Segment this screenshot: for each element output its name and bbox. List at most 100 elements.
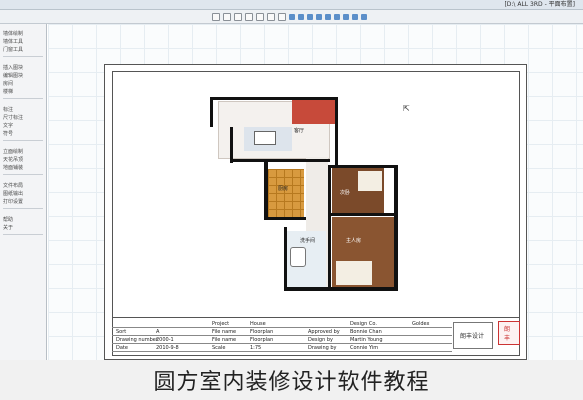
toolbar-icon	[298, 13, 304, 20]
title-block-row: Project House Design Co. Goldex	[112, 321, 452, 328]
sidebar-item[interactable]: 编辑图块	[3, 72, 23, 79]
title-bar: [D:\ ALL 3RD - 平面布置]	[0, 0, 583, 10]
title-block-cell: Sort	[116, 329, 127, 335]
floor-plan[interactable]: 客厅 厨房 次卧 主人房 洗手间	[210, 97, 406, 297]
sidebar-item[interactable]: 插入图块	[3, 64, 23, 71]
toolbar-icon	[352, 13, 358, 20]
title-block-cell: Design by	[308, 337, 333, 343]
title-block-cell: Drawing by	[308, 345, 337, 351]
sidebar-item[interactable]: 房间	[3, 80, 13, 87]
wall-left-lower	[230, 127, 233, 163]
sidebar-item[interactable]: 文件布局	[3, 182, 23, 189]
title-block-cell: Project	[212, 321, 230, 327]
wall-right	[394, 165, 398, 289]
toolbar-item-2[interactable]	[298, 13, 304, 20]
toolbar-button-undo[interactable]	[245, 12, 253, 21]
balcony-red	[292, 99, 338, 124]
label-kitchen: 厨房	[278, 186, 289, 192]
title-block-cell: Goldex	[412, 321, 430, 327]
wall-living-bottom	[230, 159, 330, 162]
toolbar-item-1[interactable]	[289, 13, 295, 20]
toolbar-button-redo[interactable]	[256, 12, 264, 21]
toolbar-item-8[interactable]	[352, 13, 358, 20]
title-block-cell: Scale	[212, 345, 226, 351]
label-bedroom2: 次卧	[340, 190, 351, 196]
toolbar-icon	[307, 13, 313, 20]
toolbar-item-4[interactable]	[316, 13, 322, 20]
sidebar-item[interactable]: 墙体绘制	[3, 30, 23, 37]
sidebar-item[interactable]: 地面铺装	[3, 164, 23, 171]
caption: 圆方室内装修设计软件教程	[0, 360, 583, 400]
sidebar: 墙体绘制 墙体工具 门窗工具插入图块 编辑图块 房间 楼梯标注 尺寸标注 文字 符号立面绘制 天花…	[0, 24, 47, 360]
title-block-cell: Approved by	[308, 329, 340, 335]
sidebar-item[interactable]: 图纸输出	[3, 190, 23, 197]
title-block-cell: A	[156, 329, 160, 335]
title-block-row: Sort A File name Floorplan Approved by Bonnie…	[112, 329, 452, 336]
wall-bed2-top	[328, 165, 396, 168]
toolbar-button-zoom[interactable]	[267, 12, 275, 21]
toolbar-button-pan[interactable]	[278, 12, 286, 21]
sidebar-item[interactable]: 墙体工具	[3, 38, 23, 45]
bed-2	[358, 171, 382, 191]
master-bed	[336, 261, 372, 285]
sidebar-separator	[3, 208, 43, 209]
toolbar-icon	[325, 13, 331, 20]
title-block-cell: 2000-1	[156, 337, 174, 343]
title-block-cell: Floorplan	[250, 337, 274, 343]
title-block-cell: House	[250, 321, 266, 327]
title-block-cell: 1:75	[250, 345, 262, 351]
title-block-cell: Connie Yim	[350, 345, 379, 351]
wall-left	[210, 97, 213, 127]
drawing-canvas[interactable]: 客厅 厨房 次卧 主人房 洗手间 ⇱ Project House Design Co…	[48, 24, 583, 360]
sidebar-item[interactable]: 尺寸标注	[3, 114, 23, 121]
toolbar-button-new[interactable]	[212, 12, 220, 21]
label-living: 客厅	[294, 128, 305, 134]
toolbar-item-3[interactable]	[307, 13, 313, 20]
dining-table	[254, 131, 276, 145]
toolbar	[0, 10, 583, 24]
sidebar-item[interactable]: 打印设置	[3, 198, 23, 205]
title-block-row: Date 2010-9-8 Scale 1:75 Drawing by Connie Yi…	[112, 345, 452, 352]
sidebar-item[interactable]: 帮助	[3, 216, 13, 223]
toolbar-item-7[interactable]	[343, 13, 349, 20]
title-block-cell: Bonnie Chan	[350, 329, 382, 335]
wall-kitchen-left	[264, 161, 268, 219]
sidebar-item[interactable]: 关于	[3, 224, 13, 231]
sidebar-separator	[3, 56, 43, 57]
title-block-cell: Date	[116, 345, 128, 351]
sidebar-separator	[3, 174, 43, 175]
toolbar-item-6[interactable]	[334, 13, 340, 20]
sidebar-item[interactable]: 符号	[3, 130, 13, 137]
title-block-cell: Martin Young	[350, 337, 383, 343]
wall-bed-divider	[328, 213, 396, 216]
toolbar-icon	[316, 13, 322, 20]
title-block-cell: Design Co.	[350, 321, 377, 327]
title-block-cell: Drawing number	[116, 337, 158, 343]
window-title: [D:\ ALL 3RD - 平面布置]	[504, 1, 575, 8]
sidebar-item[interactable]: 楼梯	[3, 88, 13, 95]
title-block-cell: File name	[212, 337, 237, 343]
toolbar-icon	[334, 13, 340, 20]
sidebar-item[interactable]: 门窗工具	[3, 46, 23, 53]
toolbar-item-5[interactable]	[325, 13, 331, 20]
mouse-cursor-icon: ⇱	[403, 104, 410, 113]
company-stamp: 朗 丰	[498, 321, 520, 345]
wall-bottom	[284, 287, 398, 291]
logo-text: 朗丰设计	[460, 333, 485, 340]
sidebar-item[interactable]: 标注	[3, 106, 13, 113]
company-logo: 朗丰设计	[453, 322, 493, 349]
toolbar-item-9[interactable]	[361, 13, 367, 20]
sidebar-item[interactable]: 文字	[3, 122, 13, 129]
wall-top	[210, 97, 338, 100]
sidebar-separator	[3, 140, 43, 141]
bath-fixture	[290, 247, 306, 267]
toolbar-button-open[interactable]	[223, 12, 231, 21]
sidebar-item[interactable]: 天花吊顶	[3, 156, 23, 163]
kitchen[interactable]	[268, 169, 304, 217]
toolbar-button-save[interactable]	[234, 12, 242, 21]
toolbar-icon	[289, 13, 295, 20]
stamp-text: 朗 丰	[504, 326, 511, 342]
sidebar-item[interactable]: 立面绘制	[3, 148, 23, 155]
title-block-row: Drawing number 2000-1 File name Floorplan De…	[112, 337, 452, 344]
sidebar-separator	[3, 98, 43, 99]
